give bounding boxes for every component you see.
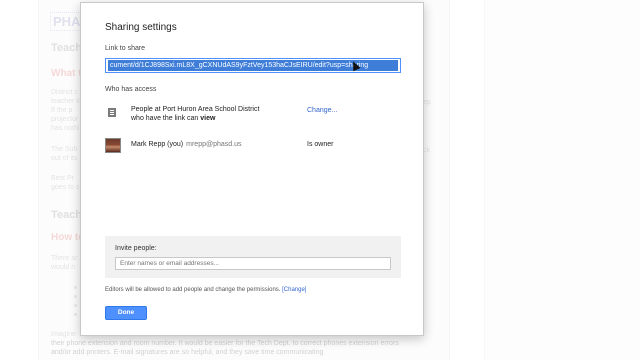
owner-email: mrepp@phasd.us — [186, 141, 242, 148]
access-row-domain: People at Port Huron Area School Distric… — [105, 104, 401, 128]
link-to-share-label: Link to share — [105, 45, 146, 52]
invite-label: Invite people: — [115, 245, 157, 252]
access-row-owner: Mark Repp (you) mrepp@phasd.us Is owner — [105, 138, 401, 162]
avatar — [105, 138, 121, 153]
sharing-settings-dialog: Sharing settings Link to share cument/d/… — [80, 2, 424, 336]
access-line-2-prefix: who have the link can — [131, 115, 201, 122]
done-button[interactable]: Done — [105, 306, 147, 320]
owner-name-text: Mark Repp (you) — [131, 141, 184, 148]
who-has-access-label: Who has access — [105, 86, 157, 93]
access-description: People at Port Huron Area School Distric… — [131, 105, 259, 123]
dialog-title: Sharing settings — [105, 22, 177, 33]
access-line-1: People at Port Huron Area School Distric… — [131, 106, 260, 113]
permission-note-text: Editors will be allowed to add people an… — [105, 287, 281, 293]
domain-icon — [108, 108, 116, 117]
access-line-2: who have the link can view — [131, 114, 259, 123]
permission-note: Editors will be allowed to add people an… — [105, 287, 306, 293]
access-permission: view — [200, 115, 216, 122]
owner-name: Mark Repp (you) mrepp@phasd.us — [131, 141, 242, 148]
owner-role: Is owner — [307, 141, 334, 148]
permission-change-link[interactable]: [Change] — [282, 287, 306, 293]
change-access-link[interactable]: Change... — [307, 107, 337, 114]
invite-panel: Invite people: — [105, 236, 401, 278]
invite-input[interactable] — [115, 257, 391, 270]
